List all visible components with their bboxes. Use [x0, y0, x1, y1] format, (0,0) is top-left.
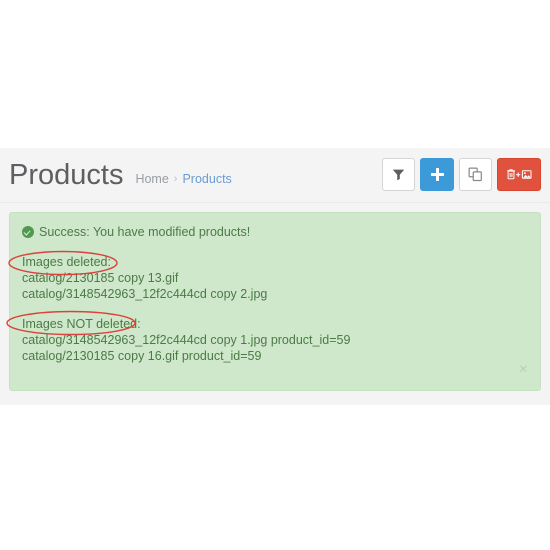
breadcrumb-home-link[interactable]: Home: [135, 172, 168, 186]
page-header: Products Home › Products: [0, 148, 550, 203]
list-item: catalog/3148542963_12f2c444cd copy 2.jpg: [22, 287, 268, 301]
title-breadcrumb-group: Products Home › Products: [9, 148, 232, 203]
breadcrumb-separator-icon: ›: [173, 173, 178, 185]
check-circle-icon: [22, 226, 34, 238]
breadcrumb-products-link[interactable]: Products: [182, 172, 231, 186]
duplicate-button[interactable]: [459, 158, 492, 191]
alert-headline: Success: You have modified products!: [22, 224, 526, 240]
page-container: Products Home › Products Success: You ha…: [0, 148, 550, 405]
images-not-deleted-block: Images NOT deleted: catalog/3148542963_1…: [22, 316, 526, 364]
plus-icon: [430, 168, 444, 181]
list-item: catalog/3148542963_12f2c444cd copy 1.jpg…: [22, 333, 351, 347]
delete-images-button[interactable]: [497, 158, 541, 191]
alert-close-button[interactable]: ×: [519, 362, 528, 378]
images-not-deleted-label: Images NOT deleted:: [22, 317, 141, 331]
panel-body: Success: You have modified products! Ima…: [0, 203, 550, 391]
images-deleted-label-row: Images deleted:: [22, 254, 526, 270]
images-deleted-block: Images deleted: catalog/2130185 copy 13.…: [22, 254, 526, 302]
filter-button[interactable]: [382, 158, 415, 191]
trash-plus-image-icon: [507, 169, 532, 180]
add-button[interactable]: [420, 158, 454, 191]
alert-message: Success: You have modified products!: [39, 225, 251, 239]
toolbar: [382, 158, 541, 191]
breadcrumb: Home › Products: [135, 165, 231, 186]
filter-icon: [392, 169, 405, 181]
list-item: catalog/2130185 copy 13.gif: [22, 271, 179, 285]
images-not-deleted-label-row: Images NOT deleted:: [22, 316, 526, 332]
copy-icon: [468, 167, 482, 182]
page-title: Products: [9, 159, 124, 191]
list-item: catalog/2130185 copy 16.gif product_id=5…: [22, 349, 262, 363]
images-deleted-label: Images deleted:: [22, 255, 111, 269]
success-alert: Success: You have modified products! Ima…: [6, 212, 541, 391]
